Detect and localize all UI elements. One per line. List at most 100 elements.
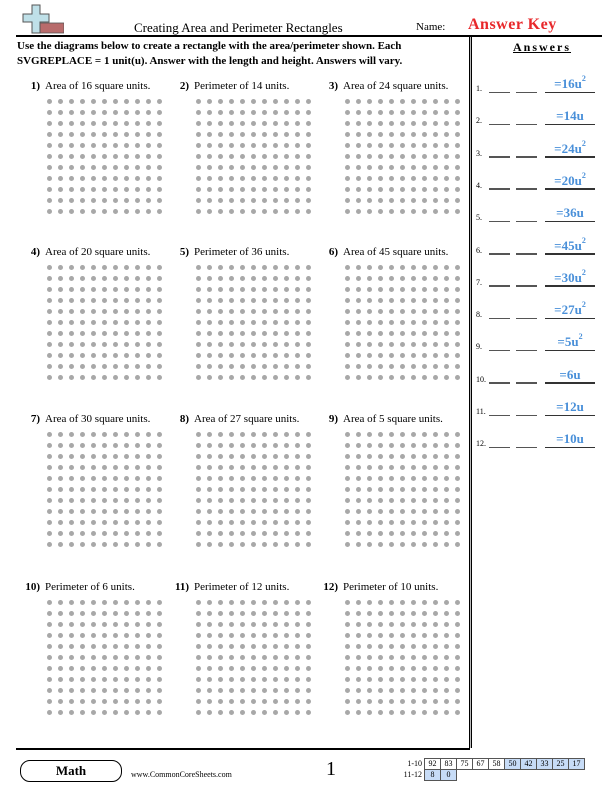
grid-dot bbox=[146, 688, 151, 693]
length-blank[interactable] bbox=[489, 414, 510, 416]
length-blank[interactable] bbox=[489, 156, 510, 158]
height-blank[interactable] bbox=[516, 188, 537, 190]
grid-dot bbox=[295, 331, 300, 336]
grid-dot bbox=[367, 320, 372, 325]
grid-dot bbox=[444, 611, 449, 616]
website-link[interactable]: www.CommonCoreSheets.com bbox=[131, 770, 232, 779]
dot-grid[interactable] bbox=[345, 600, 466, 721]
grid-dot bbox=[229, 298, 234, 303]
height-blank[interactable] bbox=[516, 414, 537, 416]
length-blank[interactable] bbox=[489, 253, 510, 255]
grid-dot bbox=[378, 710, 383, 715]
dot-grid[interactable] bbox=[196, 265, 317, 386]
grid-dot bbox=[422, 454, 427, 459]
grid-dot bbox=[218, 611, 223, 616]
height-blank[interactable] bbox=[516, 220, 537, 223]
grid-dot bbox=[389, 465, 394, 470]
height-blank[interactable] bbox=[516, 156, 537, 158]
grid-dot bbox=[240, 187, 245, 192]
height-blank[interactable] bbox=[516, 317, 537, 320]
grid-dot bbox=[262, 465, 267, 470]
height-blank[interactable] bbox=[516, 285, 537, 287]
grid-dot bbox=[444, 364, 449, 369]
grid-dot bbox=[240, 432, 245, 437]
length-blank[interactable] bbox=[489, 317, 510, 320]
grid-dot bbox=[433, 342, 438, 347]
length-blank[interactable] bbox=[489, 349, 510, 352]
height-blank[interactable] bbox=[516, 91, 537, 93]
grid-dot bbox=[356, 287, 361, 292]
grid-dot bbox=[58, 666, 63, 671]
dot-grid[interactable] bbox=[47, 265, 168, 386]
height-blank[interactable] bbox=[516, 253, 537, 255]
dot-grid[interactable] bbox=[47, 600, 168, 721]
dot-grid[interactable] bbox=[196, 432, 317, 553]
grid-dot bbox=[47, 154, 52, 159]
dot-grid[interactable] bbox=[196, 600, 317, 721]
grid-dot bbox=[80, 677, 85, 682]
grid-dot bbox=[411, 353, 416, 358]
score-cell: 58 bbox=[488, 757, 505, 770]
length-blank[interactable] bbox=[489, 220, 510, 223]
grid-dot bbox=[240, 364, 245, 369]
grid-dot bbox=[80, 276, 85, 281]
dot-grid[interactable] bbox=[47, 99, 168, 220]
grid-dot bbox=[146, 655, 151, 660]
length-blank[interactable] bbox=[489, 446, 510, 449]
grid-dot bbox=[135, 710, 140, 715]
grid-dot bbox=[69, 287, 74, 292]
grid-dot bbox=[306, 655, 311, 660]
grid-dot bbox=[389, 443, 394, 448]
grid-dot bbox=[69, 710, 74, 715]
grid-dot bbox=[135, 465, 140, 470]
grid-dot bbox=[284, 187, 289, 192]
grid-dot bbox=[69, 176, 74, 181]
answer-value-text: =12u bbox=[556, 399, 584, 414]
dot-grid[interactable] bbox=[345, 432, 466, 553]
grid-dot bbox=[400, 611, 405, 616]
grid-dot bbox=[207, 666, 212, 671]
length-blank[interactable] bbox=[489, 285, 510, 287]
grid-dot bbox=[378, 110, 383, 115]
grid-dot bbox=[251, 364, 256, 369]
grid-dot bbox=[251, 331, 256, 336]
grid-dot bbox=[124, 265, 129, 270]
height-blank[interactable] bbox=[516, 123, 537, 126]
grid-dot bbox=[58, 331, 63, 336]
grid-dot bbox=[146, 487, 151, 492]
grid-dot bbox=[157, 276, 162, 281]
grid-dot bbox=[146, 154, 151, 159]
grid-dot bbox=[218, 509, 223, 514]
length-blank[interactable] bbox=[489, 188, 510, 190]
dot-grid[interactable] bbox=[345, 99, 466, 220]
grid-dot bbox=[113, 165, 118, 170]
grid-dot bbox=[400, 677, 405, 682]
grid-dot bbox=[262, 476, 267, 481]
grid-dot bbox=[80, 611, 85, 616]
grid-dot bbox=[218, 655, 223, 660]
grid-dot bbox=[218, 132, 223, 137]
height-blank[interactable] bbox=[516, 446, 537, 449]
grid-dot bbox=[80, 699, 85, 704]
length-blank[interactable] bbox=[489, 382, 510, 384]
grid-dot bbox=[157, 520, 162, 525]
height-blank[interactable] bbox=[516, 382, 537, 384]
grid-dot bbox=[389, 320, 394, 325]
grid-dot bbox=[102, 622, 107, 627]
grid-dot bbox=[400, 287, 405, 292]
length-blank[interactable] bbox=[489, 123, 510, 126]
grid-dot bbox=[455, 688, 460, 693]
grid-dot bbox=[102, 276, 107, 281]
grid-dot bbox=[69, 99, 74, 104]
grid-dot bbox=[157, 655, 162, 660]
dot-grid[interactable] bbox=[345, 265, 466, 386]
height-blank[interactable] bbox=[516, 349, 537, 352]
dot-grid[interactable] bbox=[196, 99, 317, 220]
dot-grid[interactable] bbox=[47, 432, 168, 553]
length-blank[interactable] bbox=[489, 91, 510, 93]
grid-dot bbox=[80, 622, 85, 627]
grid-dot bbox=[433, 520, 438, 525]
grid-dot bbox=[433, 154, 438, 159]
grid-dot bbox=[135, 353, 140, 358]
grid-dot bbox=[113, 309, 118, 314]
